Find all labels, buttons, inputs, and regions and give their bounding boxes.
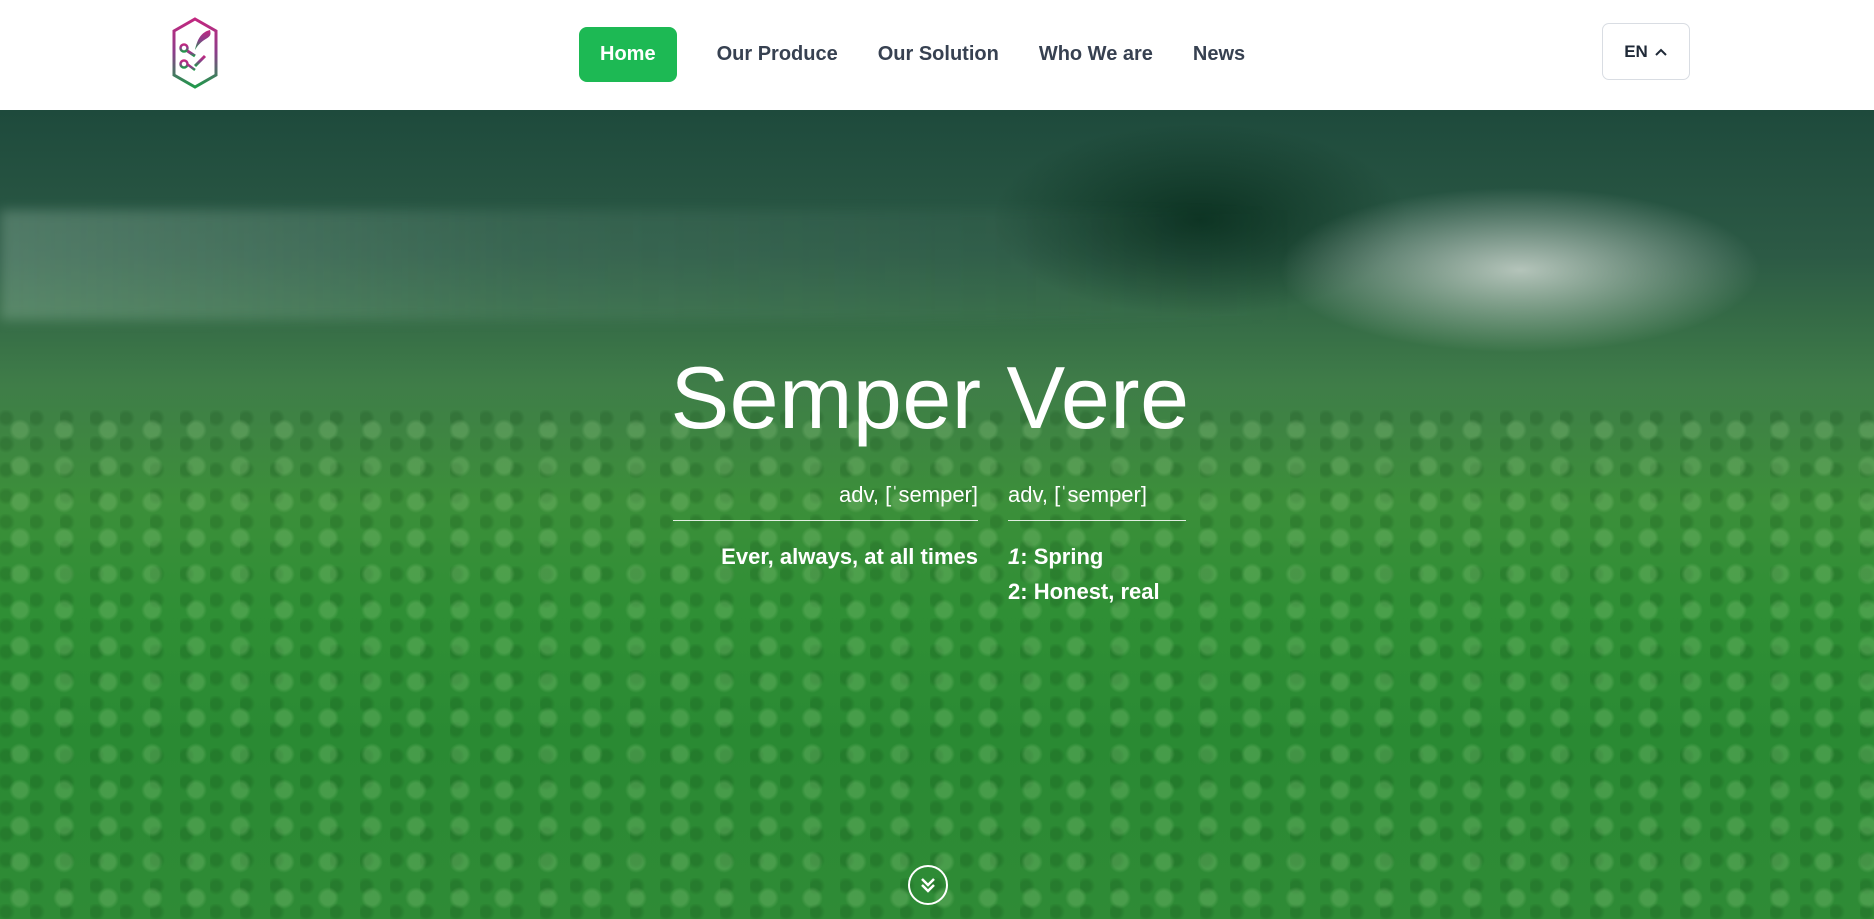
nav-our-solution[interactable]: Our Solution: [858, 27, 1019, 82]
leaf-tree-logo-icon[interactable]: [170, 16, 220, 94]
double-chevron-down-icon[interactable]: [908, 865, 948, 905]
main-nav: Home Our Produce Our Solution Who We are…: [579, 27, 1265, 82]
hero-title: Semper Vere: [670, 348, 1190, 447]
nav-our-produce[interactable]: Our Produce: [697, 27, 858, 82]
definition-left: adv, [ˈsemper] Ever, always, at all time…: [673, 480, 978, 574]
nav-who-we-are[interactable]: Who We are: [1019, 27, 1173, 82]
hero-background-blur: [0, 210, 1300, 320]
pronunciation-left: adv, [ˈsemper]: [839, 482, 978, 507]
hero-section: Semper Vere adv, [ˈsemper] Ever, always,…: [0, 110, 1874, 919]
language-label: EN: [1624, 41, 1648, 61]
meaning-right-2: 2: Honest, real: [1008, 579, 1160, 604]
top-navigation-bar: Home Our Produce Our Solution Who We are…: [0, 0, 1874, 110]
divider-right: [1008, 520, 1186, 521]
chevron-up-icon: [1654, 42, 1668, 62]
pronunciation-right: adv, [ˈsemper]: [1008, 482, 1147, 507]
meaning-left: Ever, always, at all times: [721, 544, 978, 569]
nav-home[interactable]: Home: [579, 27, 677, 82]
meaning-right-1: 1: Spring: [1008, 544, 1104, 569]
nav-news[interactable]: News: [1173, 27, 1265, 82]
divider-left: [673, 520, 978, 521]
language-selector[interactable]: EN: [1602, 23, 1690, 80]
definition-right: adv, [ˈsemper] 1: Spring 2: Honest, real: [1008, 480, 1186, 609]
